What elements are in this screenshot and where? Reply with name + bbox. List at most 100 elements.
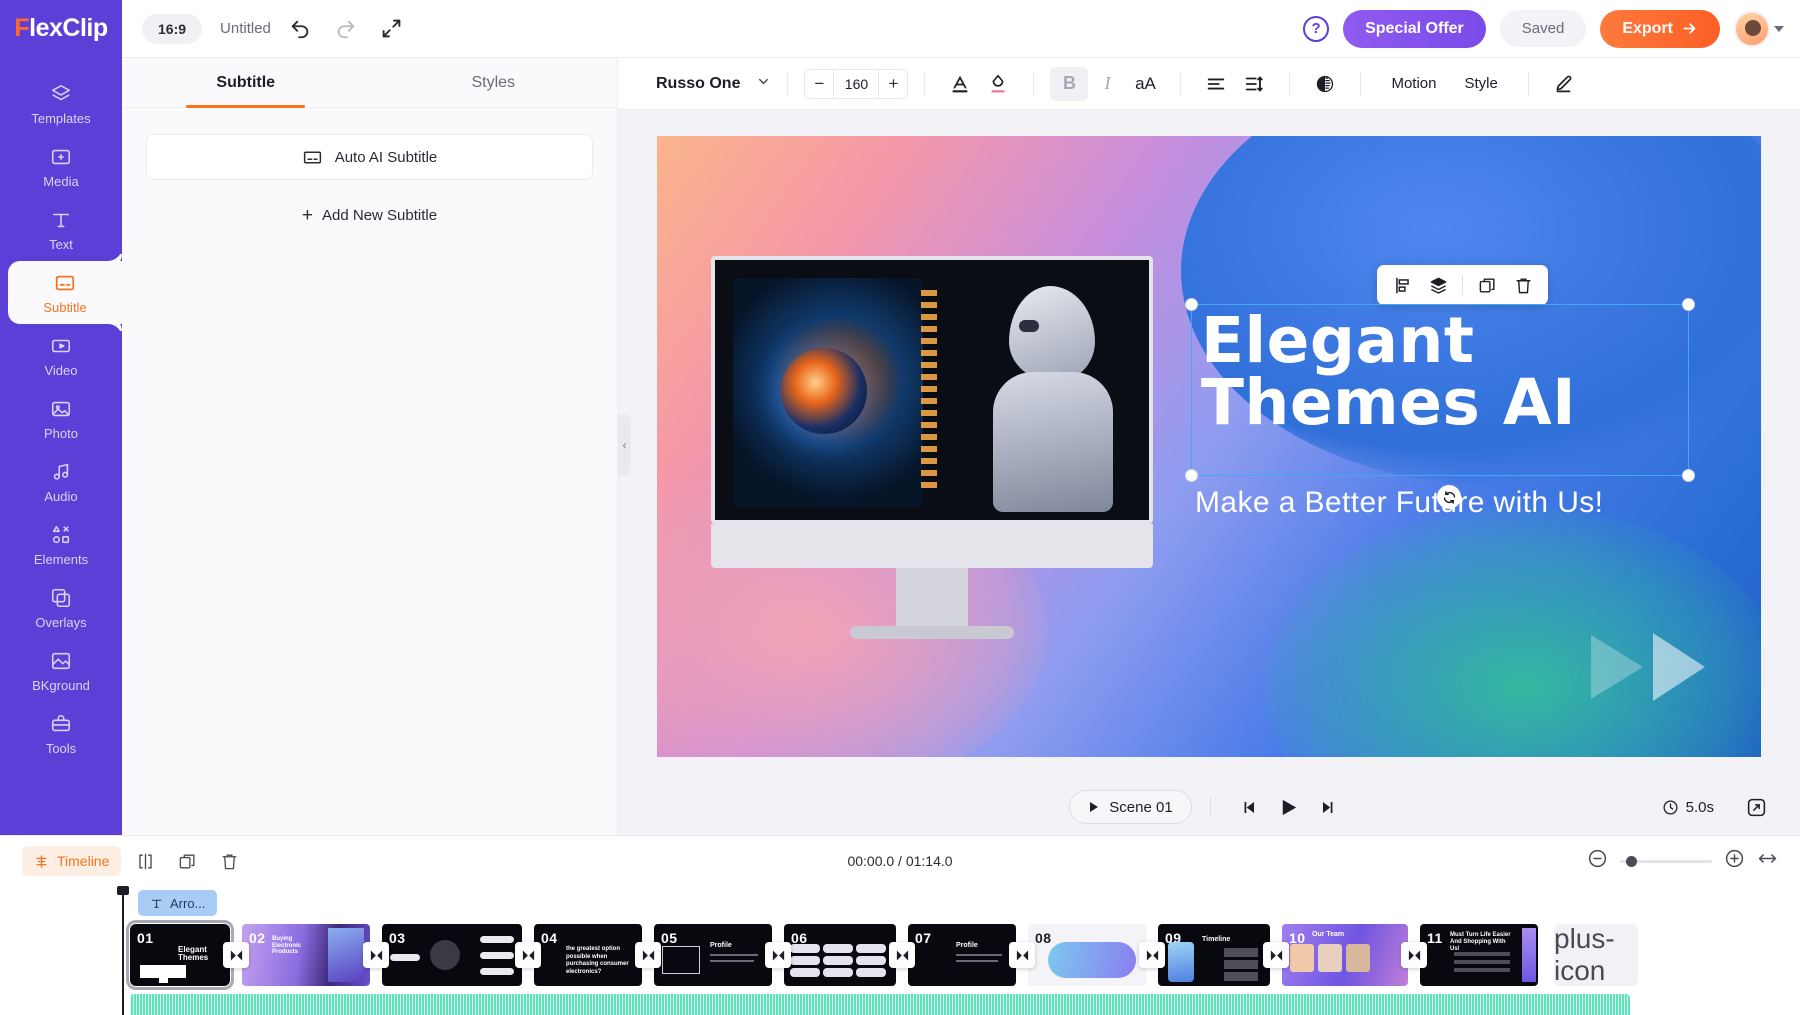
play-icon[interactable] (1269, 789, 1309, 825)
fullscreen-icon[interactable] (375, 12, 409, 46)
aspect-ratio-chip[interactable]: 16:9 (142, 14, 202, 44)
elements-shapes-icon (49, 523, 73, 547)
sidebar-item-bkground[interactable]: BKground (0, 639, 122, 702)
align-left-icon[interactable] (1197, 67, 1235, 101)
timeline-clip[interactable]: 08 Compare (1028, 924, 1146, 986)
timeline-clip[interactable]: 03 Diagram (382, 924, 522, 986)
sidebar-item-photo[interactable]: Photo (0, 387, 122, 450)
font-size-input[interactable] (833, 70, 879, 98)
undo-icon[interactable] (283, 12, 317, 46)
font-size-stepper[interactable]: − + (804, 69, 908, 99)
highlight-fill-icon[interactable] (979, 67, 1017, 101)
timeline-mode-button[interactable]: Timeline (22, 846, 121, 876)
scene-selector[interactable]: Scene 01 (1069, 790, 1191, 824)
zoom-slider-knob[interactable] (1626, 856, 1637, 867)
resize-handle-bottom-left[interactable] (1185, 469, 1198, 482)
duplicate-icon[interactable] (1470, 269, 1504, 301)
pen-edit-icon[interactable] (1545, 67, 1583, 101)
redo-icon[interactable] (329, 12, 363, 46)
skip-next-icon[interactable] (1309, 789, 1349, 825)
timeline-clip[interactable]: 11 Must Turn Life Easier And Shopping Wi… (1420, 924, 1538, 986)
sidebar-item-tools[interactable]: Tools (0, 702, 122, 765)
scene-duration[interactable]: 5.0s (1662, 799, 1714, 816)
transition-icon[interactable] (1263, 942, 1289, 968)
trash-icon[interactable] (211, 845, 247, 877)
timeline-clip[interactable]: 07 Profile (908, 924, 1016, 986)
sidebar-item-subtitle[interactable]: Subtitle (8, 261, 122, 324)
sidebar-item-elements[interactable]: Elements (0, 513, 122, 576)
export-button[interactable]: Export (1600, 10, 1720, 48)
resize-handle-bottom-right[interactable] (1682, 469, 1695, 482)
project-title[interactable]: Untitled (220, 20, 271, 37)
letter-case-button[interactable]: aA (1126, 67, 1164, 101)
trash-icon[interactable] (1506, 269, 1540, 301)
add-new-subtitle-button[interactable]: + Add New Subtitle (146, 206, 593, 225)
transition-icon[interactable] (1401, 942, 1427, 968)
transition-icon[interactable] (1009, 942, 1035, 968)
decor-blob (1264, 507, 1761, 757)
tab-subtitle[interactable]: Subtitle (122, 58, 370, 107)
fit-width-icon[interactable] (1757, 848, 1778, 874)
opacity-circle-icon[interactable] (1306, 67, 1344, 101)
photo-icon (49, 397, 73, 421)
audio-track[interactable] (130, 994, 1630, 1015)
zoom-in-icon[interactable] (1724, 848, 1745, 874)
align-object-icon[interactable] (1385, 269, 1419, 301)
monitor-chin (711, 524, 1153, 568)
special-offer-button[interactable]: Special Offer (1343, 10, 1486, 48)
timeline-clip[interactable]: 05 Profile (654, 924, 772, 986)
tab-styles[interactable]: Styles (370, 58, 618, 107)
transition-icon[interactable] (223, 942, 249, 968)
rotate-icon[interactable] (1437, 485, 1461, 509)
add-clip-button[interactable]: plus-icon (1554, 924, 1638, 986)
font-size-increase[interactable]: + (879, 70, 907, 98)
divider (1462, 275, 1463, 295)
panel-tabs: Subtitle Styles (122, 58, 617, 108)
motion-button[interactable]: Motion (1377, 75, 1450, 92)
timeline-clip[interactable]: 02 Buying Electronic Products (242, 924, 370, 986)
video-canvas[interactable]: Elegant Themes AI Make a Better Future w… (657, 136, 1761, 757)
sidebar-item-overlays[interactable]: Overlays (0, 576, 122, 639)
duplicate-icon[interactable] (169, 845, 205, 877)
layers-order-icon[interactable] (1421, 269, 1455, 301)
transition-icon[interactable] (765, 942, 791, 968)
split-clip-icon[interactable] (127, 845, 163, 877)
transition-icon[interactable] (363, 942, 389, 968)
playhead[interactable] (122, 886, 124, 1015)
sidebar-item-text[interactable]: Text (0, 198, 122, 261)
timeline-clip[interactable]: 09 Timeline (1158, 924, 1270, 986)
chevron-down-icon[interactable] (756, 74, 771, 94)
skip-previous-icon[interactable] (1229, 789, 1269, 825)
font-size-decrease[interactable]: − (805, 70, 833, 98)
user-menu[interactable] (1734, 11, 1784, 47)
style-button[interactable]: Style (1451, 75, 1512, 92)
sidebar-item-media[interactable]: Media (0, 135, 122, 198)
text-clip[interactable]: Arro... (138, 890, 217, 916)
timeline-clip[interactable]: 10 Our Team (1282, 924, 1408, 986)
italic-button[interactable]: I (1088, 67, 1126, 101)
font-family-select[interactable]: Russo One (656, 75, 740, 93)
zoom-out-icon[interactable] (1587, 848, 1608, 874)
transition-icon[interactable] (635, 942, 661, 968)
panel-collapse-handle[interactable]: ‹ (618, 414, 631, 476)
saved-button[interactable]: Saved (1500, 10, 1587, 47)
text-track: Arro... (138, 890, 217, 916)
auto-ai-subtitle-button[interactable]: Auto AI Subtitle (146, 134, 593, 180)
transition-icon[interactable] (889, 942, 915, 968)
bold-button[interactable]: B (1050, 67, 1088, 101)
sidebar-item-templates[interactable]: Templates (0, 72, 122, 135)
flexclip-logo[interactable]: FlexClip (0, 0, 122, 58)
sidebar-item-video[interactable]: Video (0, 324, 122, 387)
expand-arrows-icon[interactable] (1736, 789, 1776, 825)
help-icon[interactable]: ? (1303, 16, 1329, 42)
transition-icon[interactable] (515, 942, 541, 968)
timeline-clip[interactable]: 01 Elegant Themes (130, 924, 230, 986)
sidebar-item-audio[interactable]: Audio (0, 450, 122, 513)
timeline-clip[interactable]: 06 List (784, 924, 896, 986)
zoom-slider[interactable] (1620, 860, 1712, 863)
transition-icon[interactable] (1139, 942, 1165, 968)
text-color-a-icon[interactable] (941, 67, 979, 101)
resize-handle-top-left[interactable] (1185, 298, 1198, 311)
line-spacing-icon[interactable] (1235, 67, 1273, 101)
timeline-clip[interactable]: 04 the greatest option possible when pur… (534, 924, 642, 986)
